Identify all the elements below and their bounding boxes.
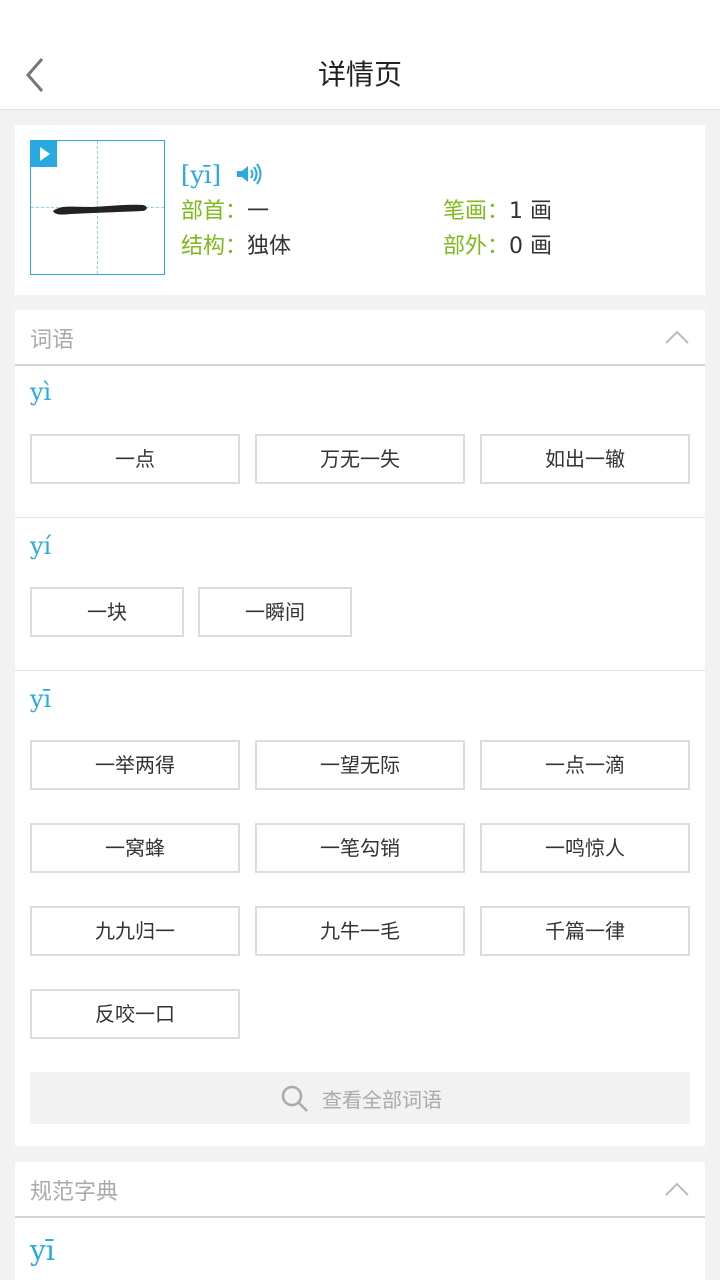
page-title: 详情页	[317, 58, 402, 91]
character-card: [yī] 部首：一 笔画：1 画 结构：独体 部外：0 画	[15, 125, 705, 295]
extra-strokes-info: 部外：0 画	[443, 232, 552, 263]
structure-label: 结构：	[181, 234, 248, 259]
character-glyph	[53, 204, 147, 215]
word-button[interactable]: 九九归一	[30, 906, 240, 956]
structure-info: 结构：独体	[181, 232, 291, 263]
word-button[interactable]: 一鸣惊人	[480, 823, 690, 873]
word-button[interactable]: 千篇一律	[480, 906, 690, 956]
pinyin-group-label: yì	[30, 378, 52, 406]
character-pinyin: [yī]	[181, 161, 221, 189]
dictionary-section-title: 规范字典	[30, 1180, 119, 1205]
radical-label: 部首：	[181, 199, 248, 224]
extra-strokes-label: 部外：	[443, 234, 510, 259]
word-button[interactable]: 一瞬间	[198, 587, 352, 637]
chevron-up-icon[interactable]	[665, 330, 689, 344]
strokes-info: 笔画：1 画	[443, 197, 552, 228]
word-button[interactable]: 一笔勾销	[255, 823, 465, 873]
strokes-label: 笔画：	[443, 199, 510, 224]
top-bar: 详情页	[0, 0, 720, 110]
word-button[interactable]: 一点	[30, 434, 240, 484]
word-button[interactable]: 如出一辙	[480, 434, 690, 484]
word-button[interactable]: 九牛一毛	[255, 906, 465, 956]
view-all-words-label: 查看全部词语	[322, 1088, 442, 1112]
word-button[interactable]: 一窝蜂	[30, 823, 240, 873]
pinyin-line: [yī]	[181, 161, 263, 191]
word-button[interactable]: 万无一失	[255, 434, 465, 484]
extra-strokes-value: 0 画	[509, 234, 553, 259]
words-section-title: 词语	[30, 328, 75, 353]
stroke-animation-box[interactable]	[30, 140, 165, 275]
radical-value: 一	[247, 199, 270, 224]
word-button[interactable]: 一点一滴	[480, 740, 690, 790]
strokes-value: 1 画	[509, 199, 553, 224]
play-stroke-button[interactable]	[31, 141, 57, 167]
word-button[interactable]: 一望无际	[255, 740, 465, 790]
play-icon	[40, 147, 50, 161]
radical-info: 部首：一	[181, 197, 269, 228]
chevron-up-icon[interactable]	[665, 1182, 689, 1196]
dictionary-section: 规范字典 yī	[15, 1162, 705, 1280]
words-section-header[interactable]: 词语	[15, 310, 705, 366]
divider	[15, 670, 705, 671]
dictionary-pinyin: yī	[30, 1234, 55, 1267]
divider	[15, 517, 705, 518]
view-all-words-button[interactable]: 查看全部词语	[30, 1072, 690, 1124]
structure-value: 独体	[247, 234, 292, 259]
pinyin-group-label: yí	[30, 532, 52, 560]
words-section: 词语 yì 一点 万无一失 如出一辙 yí 一块 一瞬间 yī 一举两得 一望无…	[15, 310, 705, 1146]
word-button[interactable]: 反咬一口	[30, 989, 240, 1039]
dictionary-section-header[interactable]: 规范字典	[15, 1162, 705, 1218]
word-button[interactable]: 一块	[30, 587, 184, 637]
word-button[interactable]: 一举两得	[30, 740, 240, 790]
search-icon	[281, 1085, 308, 1112]
pinyin-group-label: yī	[30, 685, 52, 713]
speaker-icon[interactable]	[235, 162, 263, 191]
